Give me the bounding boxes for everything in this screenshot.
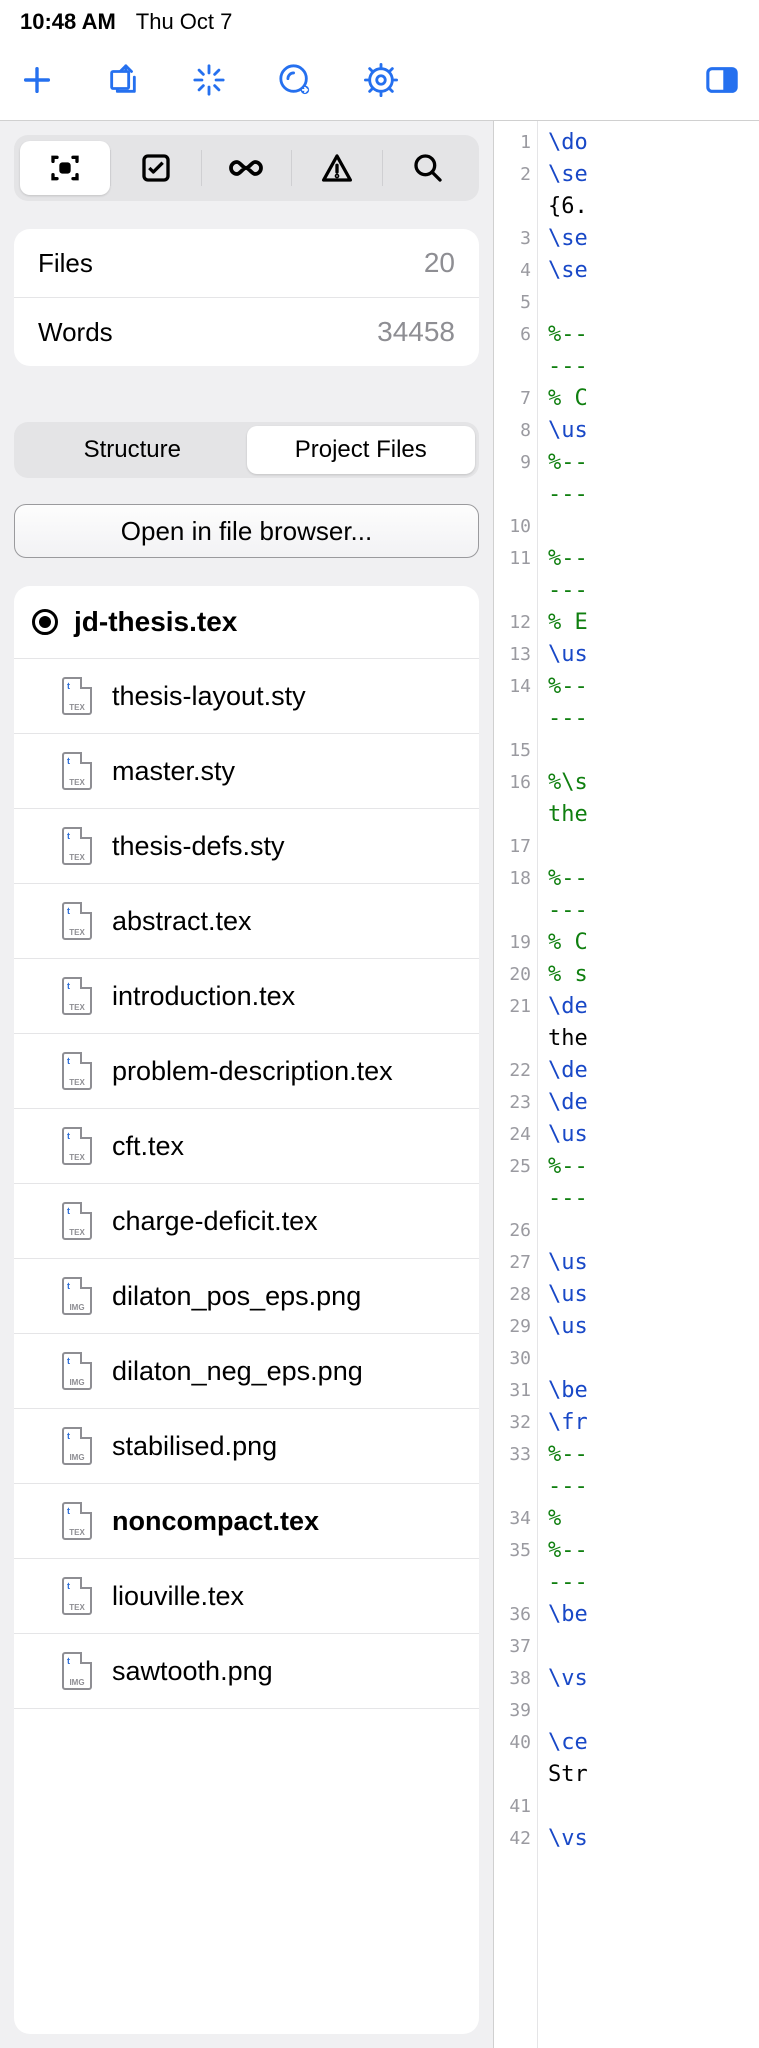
file-row[interactable]: tIMG sawtooth.png [14, 1634, 479, 1709]
file-row[interactable]: tIMG dilaton_pos_eps.png [14, 1259, 479, 1334]
image-file-icon: tIMG [62, 1352, 92, 1390]
file-row[interactable]: tIMG stabilised.png [14, 1409, 479, 1484]
root-radio-icon [32, 609, 58, 635]
stat-words[interactable]: Words 34458 [14, 298, 479, 366]
file-name: introduction.tex [112, 981, 295, 1012]
file-row[interactable]: tIMG dilaton_neg_eps.png [14, 1334, 479, 1409]
mode-focus[interactable] [20, 141, 110, 195]
tex-file-icon: tTEX [62, 1127, 92, 1165]
status-time: 10:48 AM [20, 9, 116, 35]
file-row[interactable]: tTEX thesis-layout.sty [14, 659, 479, 734]
stats-panel: Files 20 Words 34458 [14, 229, 479, 366]
image-file-icon: tIMG [62, 1652, 92, 1690]
file-name: noncompact.tex [112, 1506, 319, 1537]
file-row[interactable]: tTEX thesis-defs.sty [14, 809, 479, 884]
mode-check[interactable] [111, 141, 201, 195]
file-panel: jd-thesis.tex tTEX thesis-layout.sty tTEX m… [14, 586, 479, 2034]
file-row[interactable]: tTEX cft.tex [14, 1109, 479, 1184]
toolbar [0, 44, 759, 120]
file-list: tTEXthesis-layout.stytTEXmaster.stytTEXt… [14, 659, 479, 2034]
tab-project-files[interactable]: Project Files [247, 426, 476, 474]
image-file-icon: tIMG [62, 1277, 92, 1315]
file-row[interactable]: tTEX charge-deficit.tex [14, 1184, 479, 1259]
file-name: abstract.tex [112, 906, 252, 937]
share-button[interactable] [106, 63, 140, 102]
tab-structure[interactable]: Structure [18, 426, 247, 474]
file-name: master.sty [112, 756, 235, 787]
tex-file-icon: tTEX [62, 977, 92, 1015]
tex-file-icon: tTEX [62, 827, 92, 865]
tex-file-icon: tTEX [62, 1202, 92, 1240]
tex-file-icon: tTEX [62, 1577, 92, 1615]
file-row[interactable]: tTEX problem-description.tex [14, 1034, 479, 1109]
file-name: liouville.tex [112, 1581, 244, 1612]
mode-toolbar [14, 135, 479, 201]
open-in-browser-button[interactable]: Open in file browser... [14, 504, 479, 558]
file-name: dilaton_neg_eps.png [112, 1356, 363, 1387]
tab-segment: Structure Project Files [14, 422, 479, 478]
status-date: Thu Oct 7 [136, 9, 233, 35]
mode-infinity[interactable] [202, 141, 292, 195]
file-name: problem-description.tex [112, 1056, 393, 1087]
file-name: thesis-layout.sty [112, 681, 306, 712]
code-area[interactable]: \do\se{6.\se\se %-----% C\us%----- %----… [538, 121, 759, 2048]
editor[interactable]: 1234567891011121314151617181920212223242… [494, 121, 759, 2048]
tex-file-icon: tTEX [62, 1502, 92, 1540]
settings-button[interactable] [364, 63, 398, 102]
mode-warnings[interactable] [292, 141, 382, 195]
tex-file-icon: tTEX [62, 902, 92, 940]
file-name: sawtooth.png [112, 1656, 273, 1687]
file-row[interactable]: tTEX noncompact.tex [14, 1484, 479, 1559]
stat-files[interactable]: Files 20 [14, 229, 479, 298]
line-gutter: 1234567891011121314151617181920212223242… [494, 121, 538, 2048]
file-row[interactable]: tTEX master.sty [14, 734, 479, 809]
file-row[interactable]: tTEX liouville.tex [14, 1559, 479, 1634]
file-name: charge-deficit.tex [112, 1206, 318, 1237]
sidebar: Files 20 Words 34458 Structure Project F… [0, 121, 494, 2048]
preview-button[interactable] [278, 63, 312, 102]
stat-files-value: 20 [424, 247, 455, 279]
file-row[interactable]: tTEX abstract.tex [14, 884, 479, 959]
file-name: dilaton_pos_eps.png [112, 1281, 361, 1312]
mode-search[interactable] [383, 141, 473, 195]
root-file-name: jd-thesis.tex [74, 606, 237, 638]
tex-file-icon: tTEX [62, 752, 92, 790]
file-name: stabilised.png [112, 1431, 277, 1462]
new-button[interactable] [20, 63, 54, 102]
tex-file-icon: tTEX [62, 1052, 92, 1090]
stat-words-value: 34458 [377, 316, 455, 348]
file-name: thesis-defs.sty [112, 831, 285, 862]
file-name: cft.tex [112, 1131, 184, 1162]
magic-button[interactable] [192, 63, 226, 102]
toggle-sidebar-button[interactable] [705, 63, 739, 102]
image-file-icon: tIMG [62, 1427, 92, 1465]
tex-file-icon: tTEX [62, 677, 92, 715]
file-row[interactable]: tTEX introduction.tex [14, 959, 479, 1034]
root-file-row[interactable]: jd-thesis.tex [14, 586, 479, 659]
stat-files-label: Files [38, 248, 93, 279]
stat-words-label: Words [38, 317, 113, 348]
status-bar: 10:48 AM Thu Oct 7 [0, 0, 759, 44]
